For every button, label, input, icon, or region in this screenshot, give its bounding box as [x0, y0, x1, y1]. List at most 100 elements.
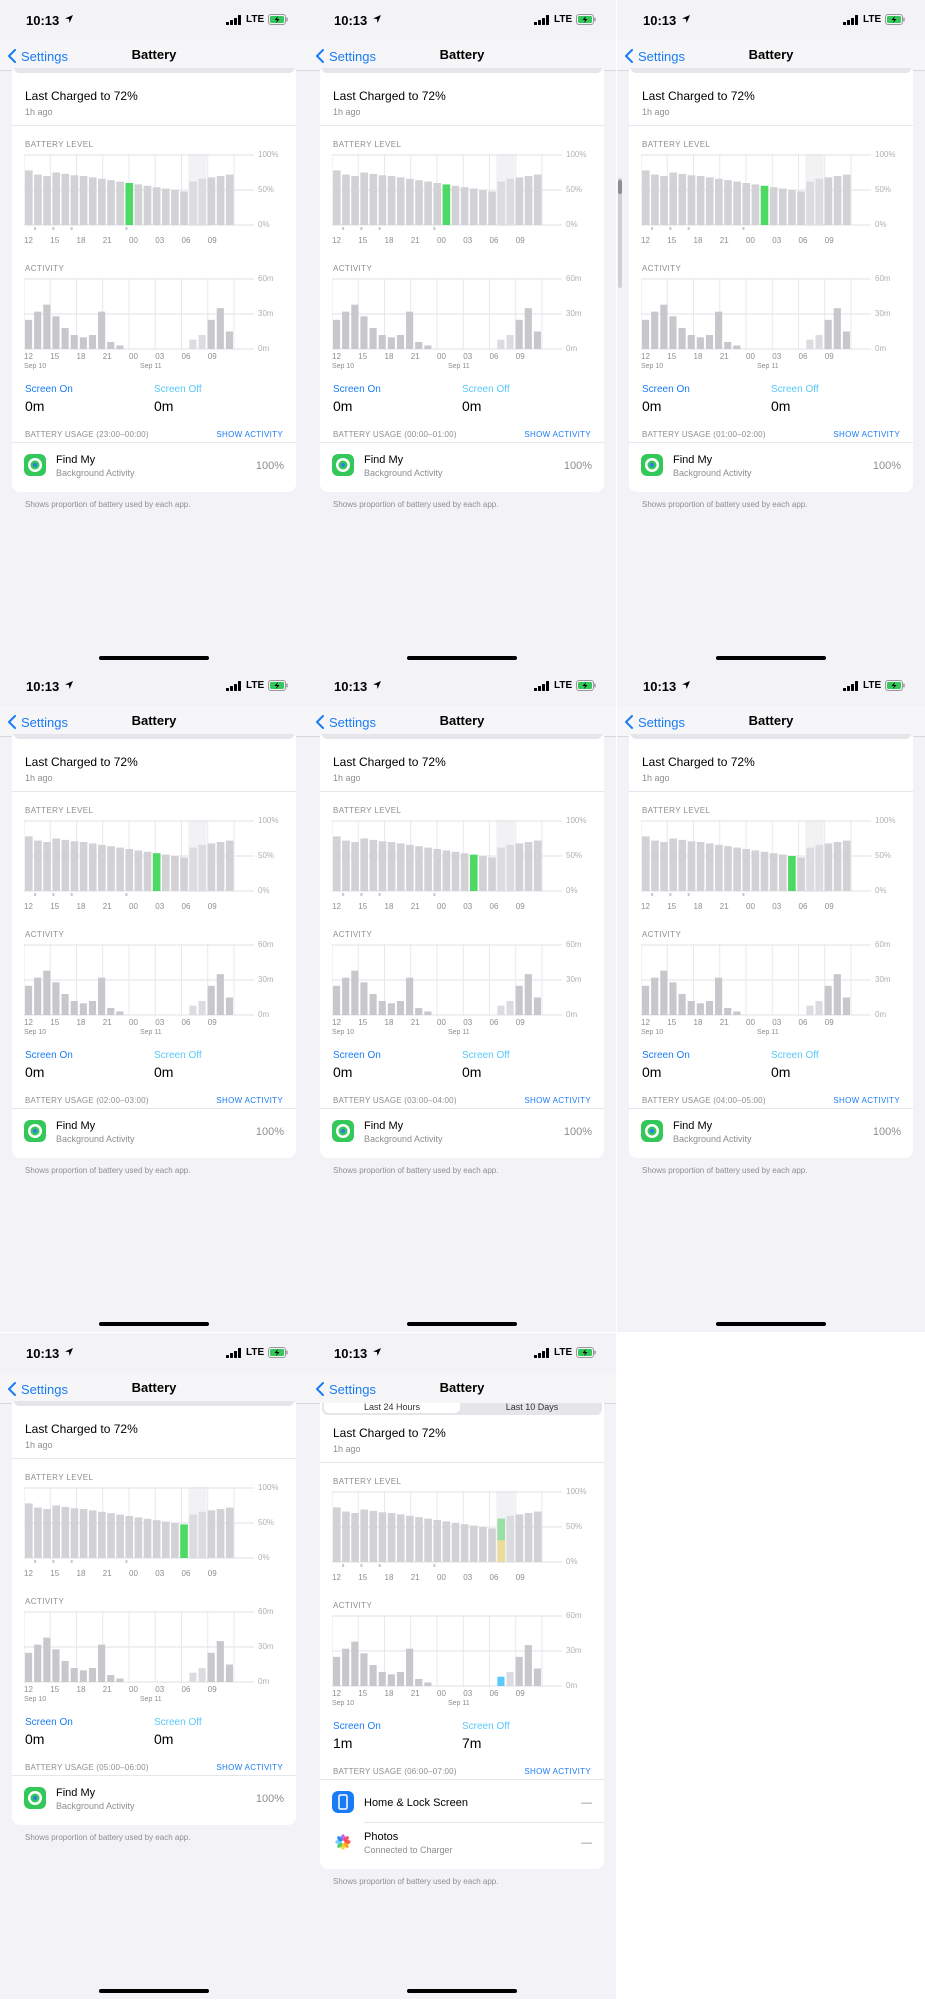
- app-usage-value: 100%: [255, 1793, 284, 1805]
- app-usage-row[interactable]: [320, 1825, 604, 1861]
- location-arrow-icon: [65, 15, 73, 23]
- time-range-segmented-control[interactable]: [631, 68, 911, 73]
- activity-x-tick: 12: [641, 1018, 650, 1027]
- battery-x-tick: 09: [207, 902, 217, 911]
- battery-x-tick: 18: [384, 236, 394, 245]
- home-indicator[interactable]: [407, 1322, 517, 1326]
- battery-level-bar: [387, 1513, 396, 1562]
- divider: [629, 791, 913, 792]
- time-range-segmented-control[interactable]: [14, 1401, 294, 1406]
- location-arrow-icon: [373, 15, 381, 23]
- activity-y-tick: 60m: [875, 940, 891, 949]
- battery-level-bar: [469, 854, 478, 891]
- activity-x-tick: 00: [129, 1018, 138, 1027]
- screen-off-label: Screen Off: [154, 1050, 202, 1061]
- battery-usage-label: BATTERY USAGE (01:00–02:00): [642, 430, 766, 439]
- battery-x-tick: 18: [384, 902, 394, 911]
- show-activity-button[interactable]: SHOW ACTIVITY: [216, 1763, 283, 1772]
- activity-y-tick: 30m: [258, 1642, 274, 1651]
- app-subtitle: Background Activity: [364, 1134, 443, 1144]
- home-lock-screen-icon: [332, 1791, 354, 1813]
- battery-x-tick: 06: [798, 236, 808, 245]
- navigation-bar: Settings Battery: [0, 706, 308, 737]
- app-usage-row[interactable]: [629, 448, 913, 484]
- app-usage-value: 100%: [563, 1126, 592, 1138]
- charging-marker: [687, 227, 690, 230]
- home-indicator[interactable]: [407, 1989, 517, 1993]
- status-time: 10:13: [643, 679, 677, 694]
- screen-on-label: Screen On: [333, 384, 381, 395]
- segment-last-24-hours[interactable]: Last 24 Hours: [324, 1403, 460, 1413]
- show-activity-button[interactable]: SHOW ACTIVITY: [833, 430, 900, 439]
- battery-level-bar: [696, 842, 705, 891]
- battery-x-tick: 06: [181, 1569, 191, 1578]
- activity-bar: [52, 316, 60, 349]
- show-activity-button[interactable]: SHOW ACTIVITY: [216, 1096, 283, 1105]
- charging-marker: [125, 893, 128, 896]
- activity-x-tick: 12: [332, 1689, 341, 1698]
- navigation-bar: Settings Battery: [617, 706, 925, 737]
- home-indicator[interactable]: [99, 1322, 209, 1326]
- battery-usage-label: BATTERY USAGE (06:00–07:00): [333, 1767, 457, 1776]
- show-activity-button[interactable]: SHOW ACTIVITY: [524, 1096, 591, 1105]
- charging-period: [188, 1487, 207, 1559]
- home-indicator[interactable]: [99, 1989, 209, 1993]
- date-label: Sep 11: [448, 363, 470, 370]
- scrollbar-thumb[interactable]: [618, 180, 622, 194]
- time-range-segmented-control[interactable]: [322, 68, 602, 73]
- activity-x-tick: 00: [437, 352, 446, 361]
- activity-bar: [88, 1001, 97, 1015]
- activity-x-tick: 09: [207, 352, 217, 361]
- battery-level-bar: [533, 174, 542, 225]
- home-indicator[interactable]: [99, 656, 209, 660]
- battery-level-bar: [171, 1523, 179, 1558]
- battery-x-tick: 12: [24, 1569, 33, 1578]
- photos-icon: [332, 1831, 354, 1853]
- battery-y-tick: 50%: [566, 185, 583, 194]
- battery-level-bar: [415, 180, 423, 225]
- app-usage-row[interactable]: [629, 1114, 913, 1150]
- activity-bar: [25, 1652, 33, 1682]
- time-range-segmented-control[interactable]: Last 24 Hours Last 10 Days: [322, 1403, 602, 1415]
- battery-level-bar: [460, 853, 469, 891]
- app-usage-row[interactable]: [12, 1114, 296, 1150]
- home-indicator[interactable]: [716, 1322, 826, 1326]
- time-range-segmented-control[interactable]: [14, 68, 294, 73]
- activity-chart: [332, 278, 562, 350]
- app-usage-row[interactable]: [12, 448, 296, 484]
- activity-y-tick: 0m: [258, 344, 270, 353]
- app-usage-row[interactable]: [320, 1114, 604, 1150]
- app-usage-row[interactable]: [12, 1781, 296, 1817]
- scrollbar[interactable]: [618, 178, 622, 288]
- activity-x-tick: 03: [155, 352, 165, 361]
- divider: [364, 1822, 604, 1823]
- battery-level-bar: [25, 1503, 33, 1558]
- last-charged-title: Last Charged to 72%: [25, 755, 138, 769]
- battery-level-bar: [369, 173, 378, 225]
- show-activity-button[interactable]: SHOW ACTIVITY: [833, 1096, 900, 1105]
- activity-bar: [207, 1652, 215, 1682]
- screen-on-label: Screen On: [25, 1050, 73, 1061]
- last-charged-subtitle: 1h ago: [642, 773, 670, 783]
- home-indicator[interactable]: [716, 656, 826, 660]
- activity-bar: [696, 1003, 704, 1015]
- home-indicator[interactable]: [407, 656, 517, 660]
- activity-bar: [515, 1656, 523, 1686]
- screen-on-label: Screen On: [25, 384, 73, 395]
- battery-x-tick: 06: [489, 236, 499, 245]
- battery-x-tick: 00: [437, 902, 446, 911]
- time-range-segmented-control[interactable]: [14, 734, 294, 739]
- time-range-segmented-control[interactable]: [631, 734, 911, 739]
- battery-x-tick: 12: [24, 236, 33, 245]
- activity-x-tick: 06: [798, 1018, 808, 1027]
- segment-last-10-days[interactable]: Last 10 Days: [464, 1403, 600, 1413]
- time-range-segmented-control[interactable]: [322, 734, 602, 739]
- app-usage-row[interactable]: [320, 448, 604, 484]
- app-name: Find My: [364, 1120, 404, 1132]
- charging-marker: [378, 1564, 381, 1567]
- app-usage-value: 100%: [255, 1126, 284, 1138]
- show-activity-button[interactable]: SHOW ACTIVITY: [524, 430, 591, 439]
- activity-bar: [733, 1011, 741, 1015]
- show-activity-button[interactable]: SHOW ACTIVITY: [524, 1767, 591, 1776]
- show-activity-button[interactable]: SHOW ACTIVITY: [216, 430, 283, 439]
